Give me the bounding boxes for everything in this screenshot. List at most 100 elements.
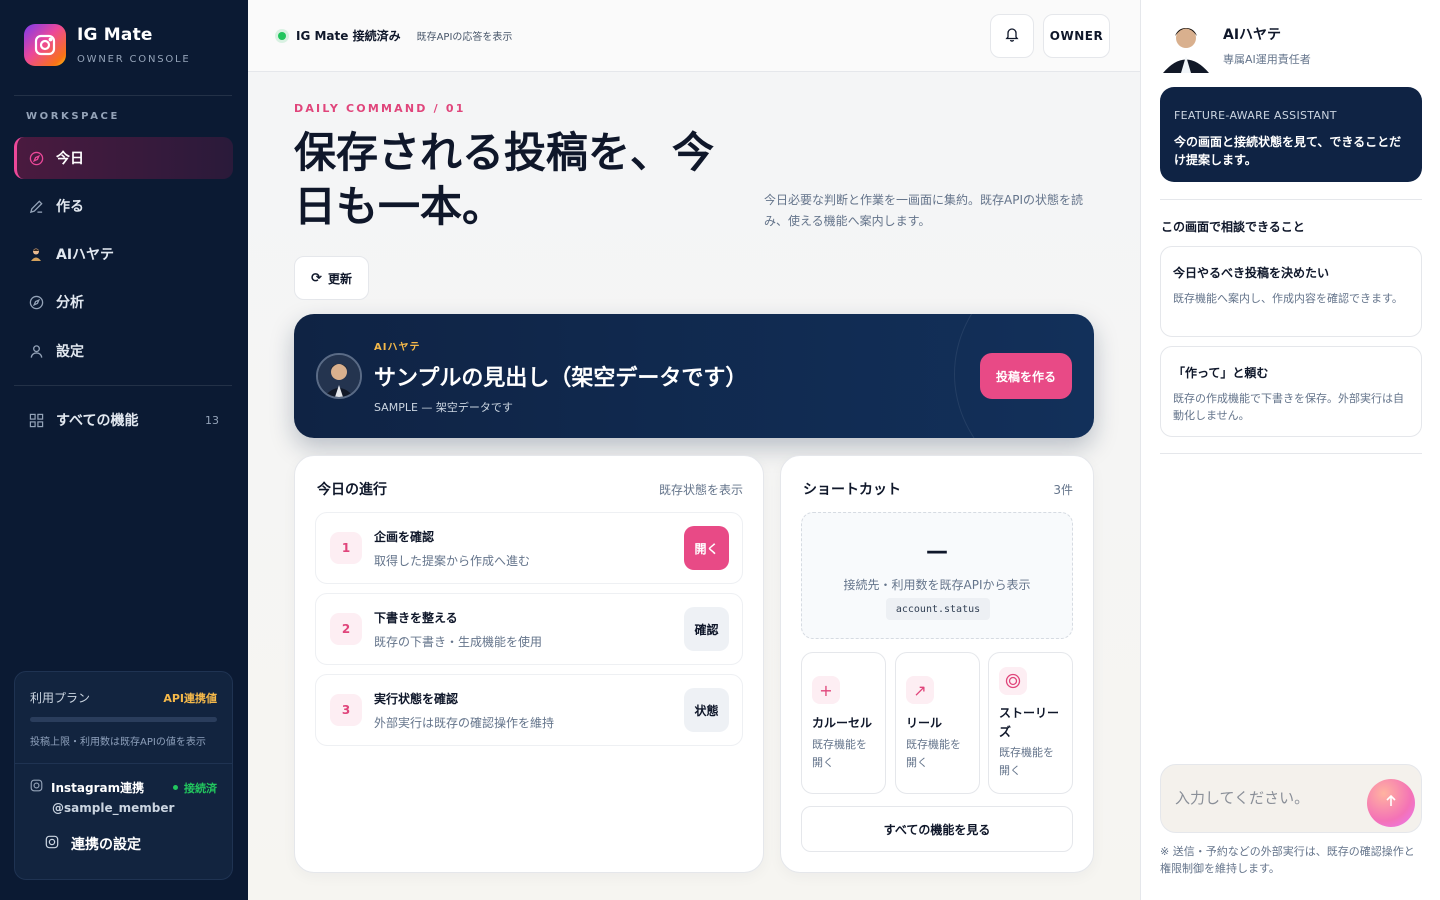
connection-status: IG Mate 接続済み 既存APIの応答を表示	[278, 27, 512, 44]
owner-button[interactable]: OWNER	[1043, 14, 1110, 58]
view-all-features-button[interactable]: すべての機能を見る	[801, 806, 1073, 852]
create-post-button[interactable]: 投稿を作る	[980, 353, 1072, 399]
account-status-box: — 接続先・利用数を既存APIから表示 account.status	[801, 512, 1073, 639]
divider	[15, 763, 232, 764]
divider	[1160, 453, 1422, 454]
suggestion-description: 既存機能へ案内し、作成内容を確認できます。	[1173, 292, 1403, 305]
status-button[interactable]: 状態	[684, 688, 729, 732]
status-value: —	[926, 539, 948, 564]
step-number: 1	[330, 532, 362, 564]
send-button[interactable]	[1367, 779, 1415, 827]
assistant-name: AIハヤテ	[1223, 27, 1282, 43]
progress-title: 今日の進行	[317, 482, 387, 498]
divider	[14, 95, 232, 96]
shortcut-carousel[interactable]: + カルーセル 既存機能を開く	[801, 652, 886, 794]
sidebar-item-label: 作る	[56, 199, 84, 215]
sidebar-item-create[interactable]: 作る	[14, 185, 233, 227]
chat-disclaimer: ※ 送信・予約などの外部実行は、既存の確認操作と権限制御を維持します。	[1160, 845, 1415, 875]
step-description: 外部実行は既存の確認操作を維持	[374, 716, 555, 730]
shortcut-stories[interactable]: ストーリーズ 既存機能を開く	[988, 652, 1073, 794]
tile-description: 既存機能を開く	[999, 746, 1054, 777]
plan-title: 利用プラン	[30, 691, 91, 705]
sidebar-item-analytics[interactable]: 分析	[14, 281, 233, 323]
chat-input[interactable]	[1175, 789, 1365, 807]
sidebar-item-settings[interactable]: 設定	[14, 330, 233, 372]
refresh-button[interactable]: ⟳ 更新	[294, 256, 369, 300]
open-button[interactable]: 開く	[684, 526, 729, 570]
avatar	[1161, 18, 1211, 73]
feature-count-badge: 13	[205, 413, 219, 427]
suggestion-item[interactable]: 今日やるべき投稿を決めたい 既存機能へ案内し、作成内容を確認できます。	[1160, 246, 1422, 337]
notifications-button[interactable]	[990, 14, 1034, 58]
plan-status-badge: API連携値	[163, 691, 217, 705]
user-icon	[28, 343, 44, 359]
list-item: 3 実行状態を確認 外部実行は既存の確認操作を維持 状態	[315, 674, 743, 746]
divider	[1160, 199, 1422, 200]
assistant-box-label: FEATURE-AWARE ASSISTANT	[1174, 109, 1337, 122]
instagram-icon	[45, 835, 59, 853]
compass-icon	[28, 150, 44, 166]
topbar: IG Mate 接続済み 既存APIの応答を表示 OWNER	[248, 0, 1140, 72]
suggestion-description: 既存の作成機能で下書きを保存。外部実行は自動化しません。	[1173, 392, 1404, 422]
step-title: 企画を確認	[374, 530, 435, 544]
suggestion-item[interactable]: 「作って」と頼む 既存の作成機能で下書きを保存。外部実行は自動化しません。	[1160, 346, 1422, 437]
main-content: IG Mate 接続済み 既存APIの応答を表示 OWNER DAILY COM…	[248, 0, 1140, 900]
link-settings-button[interactable]: 連携の設定	[45, 834, 141, 854]
brand-subtitle: OWNER CONSOLE	[77, 54, 191, 65]
list-item: 2 下書きを整える 既存の下書き・生成機能を使用 確認	[315, 593, 743, 665]
workspace-label: WORKSPACE	[26, 111, 120, 122]
progress-card: 今日の進行 既存状態を表示 1 企画を確認 取得した提案から作成へ進む 開く 2…	[294, 455, 764, 873]
hero-subtitle: SAMPLE — 架空データです	[374, 401, 513, 414]
hero-title: サンプルの見出し（架空データです）	[374, 365, 748, 391]
grid-icon	[28, 412, 44, 428]
assistant-panel: AIハヤテ 専属AI運用責任者 FEATURE-AWARE ASSISTANT …	[1140, 0, 1440, 900]
step-description: 取得した提案から作成へ進む	[374, 554, 531, 568]
hero-label: AIハヤテ	[374, 342, 421, 353]
sidebar-item-today[interactable]: 今日	[14, 137, 233, 179]
arrow-up-right-icon: ↗	[906, 676, 934, 704]
step-description: 既存の下書き・生成機能を使用	[374, 635, 543, 649]
hero-banner: AIハヤテ サンプルの見出し（架空データです） SAMPLE — 架空データです…	[294, 314, 1094, 438]
sidebar-item-label: AIハヤテ	[56, 247, 115, 263]
divider	[14, 385, 232, 386]
brand[interactable]: IG Mate OWNER CONSOLE	[24, 24, 191, 66]
step-title: 実行状態を確認	[374, 692, 459, 706]
suggestion-title: 今日やるべき投稿を決めたい	[1173, 266, 1330, 280]
instagram-username: @sample_member	[52, 801, 175, 815]
step-number: 2	[330, 613, 362, 645]
step-number: 3	[330, 694, 362, 726]
sidebar-item-ai-hayate[interactable]: AIハヤテ	[14, 233, 233, 275]
sidebar-item-all-features[interactable]: すべての機能 13	[14, 399, 233, 441]
plan-card: 利用プラン API連携値 投稿上限・利用数は既存APIの値を表示 Instagr…	[14, 671, 233, 880]
connection-status-badge: 接続済	[173, 780, 217, 796]
refresh-icon: ⟳	[311, 270, 322, 286]
assistant-box-text: 今の画面と接続状態を見て、できることだけ提案します。	[1174, 135, 1402, 167]
assistant-role: 専属AI運用責任者	[1223, 53, 1311, 66]
link-settings-label: 連携の設定	[71, 837, 141, 853]
plan-note: 投稿上限・利用数は既存APIの値を表示	[30, 737, 206, 748]
shortcuts-title: ショートカット	[803, 482, 901, 498]
status-code: account.status	[886, 598, 990, 620]
tile-description: 既存機能を開く	[906, 738, 961, 769]
instagram-logo-icon	[24, 24, 66, 66]
status-dot-icon	[278, 31, 286, 40]
tile-title: ストーリーズ	[999, 706, 1060, 739]
page-eyebrow: DAILY COMMAND / 01	[294, 102, 466, 115]
connection-note: 既存APIの応答を表示	[416, 32, 513, 43]
progress-meta: 既存状態を表示	[658, 482, 743, 497]
sidebar-item-label: 今日	[56, 151, 84, 167]
compass-icon	[28, 294, 44, 310]
assistant-header: AIハヤテ 専属AI運用責任者	[1161, 18, 1311, 73]
plan-usage-bar	[30, 717, 217, 722]
confirm-button[interactable]: 確認	[684, 607, 729, 651]
refresh-label: 更新	[327, 271, 352, 286]
bell-icon	[1004, 26, 1020, 46]
suggestion-title: 「作って」と頼む	[1173, 366, 1269, 380]
section-title: この画面で相談できること	[1161, 220, 1305, 234]
assistant-intro-box: FEATURE-AWARE ASSISTANT 今の画面と接続状態を見て、できる…	[1160, 87, 1422, 182]
tile-title: リール	[906, 716, 943, 730]
shortcut-reel[interactable]: ↗ リール 既存機能を開く	[895, 652, 980, 794]
sidebar-item-label: 設定	[56, 344, 84, 360]
page-description: 今日必要な判断と作業を一画面に集約。既存APIの状態を読み、使える機能へ案内しま…	[764, 193, 1083, 228]
sidebar-item-label: 分析	[56, 295, 84, 311]
